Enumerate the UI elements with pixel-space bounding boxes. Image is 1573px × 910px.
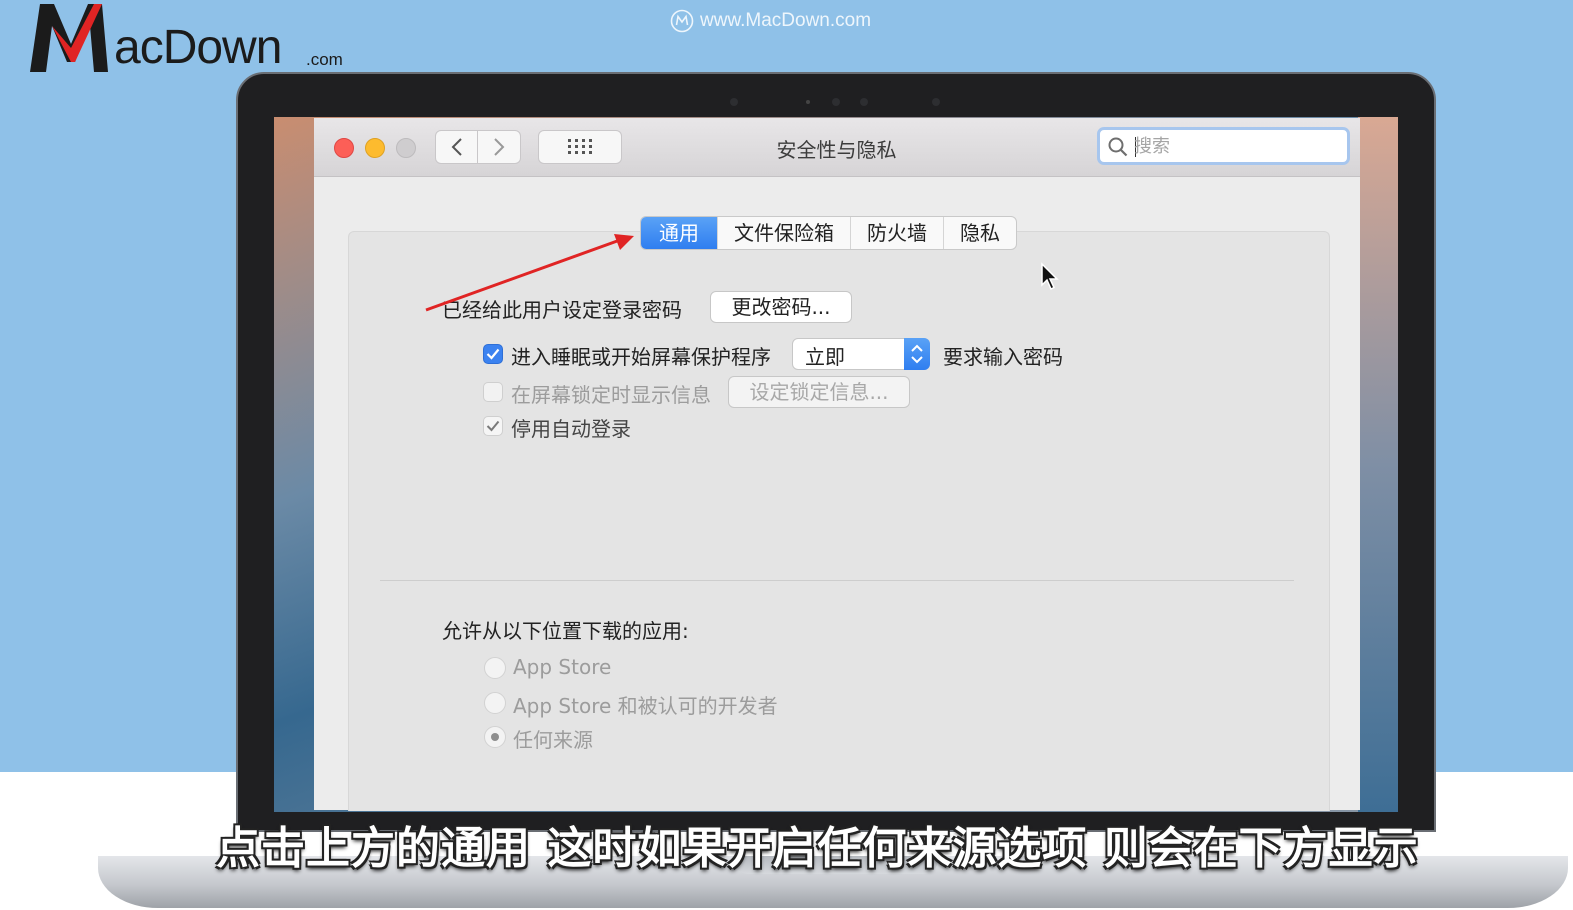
tab-filevault[interactable]: 文件保险箱 [717,217,850,249]
security-privacy-window: 安全性与隐私 通用 文件保险箱 防火墙 隐私 已经给此用户设定登录密码 更改密码… [314,118,1360,811]
close-button[interactable] [334,138,354,158]
checkmark-icon [486,420,500,432]
mouse-pointer-icon [1041,262,1059,291]
logo-m-icon [30,4,108,72]
search-field[interactable] [1097,127,1350,165]
radio-identified-developers-label: App Store 和被认可的开发者 [513,694,778,718]
grid-icon [568,139,592,154]
require-password-label: 进入睡眠或开始屏幕保护程序 [511,345,771,369]
logo-text: acDown [114,21,282,74]
radio-app-store[interactable] [484,657,506,679]
section-divider [380,580,1294,581]
back-button[interactable] [435,130,478,164]
zoom-button[interactable] [396,138,416,158]
radio-anywhere[interactable] [484,726,506,748]
require-password-suffix: 要求输入密码 [943,345,1063,369]
chevron-right-icon [494,138,505,156]
title-bar: 安全性与隐私 [314,118,1360,177]
watermark: www.MacDown.com [670,8,871,34]
macdown-logo: acDown .com [28,0,358,80]
tab-bar: 通用 文件保险箱 防火墙 隐私 [640,216,1017,250]
disable-autologin-checkbox[interactable] [483,416,503,436]
tab-general[interactable]: 通用 [641,217,717,249]
minimize-button[interactable] [365,138,385,158]
camera [700,96,960,108]
change-password-button[interactable]: 更改密码... [710,291,852,323]
chevron-left-icon [451,138,462,156]
download-source-heading: 允许从以下位置下载的应用: [442,619,689,643]
select-stepper[interactable] [904,338,930,370]
annotation-arrow-icon [425,234,634,312]
tab-firewall[interactable]: 防火墙 [850,217,943,249]
video-caption: 点击上方的通用 这时如果开启任何来源选项 则会在下方显示 [216,823,1419,874]
disable-autologin-label: 停用自动登录 [511,417,631,441]
search-icon [1108,137,1128,157]
forward-button[interactable] [478,130,521,164]
search-input[interactable] [1134,133,1334,159]
show-all-button[interactable] [538,130,622,164]
set-lock-message-button[interactable]: 设定锁定信息... [728,376,910,408]
radio-anywhere-label: 任何来源 [513,728,593,752]
chevron-updown-icon [911,344,923,364]
lock-message-label: 在屏幕锁定时显示信息 [511,383,711,407]
logo-suffix: .com [306,50,343,69]
lock-message-checkbox[interactable] [483,382,503,402]
radio-identified-developers[interactable] [484,692,506,714]
tab-privacy[interactable]: 隐私 [943,217,1016,249]
select-value: 立即 [805,345,845,369]
window-title: 安全性与隐私 [776,138,897,162]
macdown-m-icon [670,9,694,33]
watermark-text: www.MacDown.com [700,10,872,31]
radio-app-store-label: App Store [513,655,612,679]
require-password-delay-select[interactable]: 立即 [792,338,930,370]
checkmark-icon [486,348,500,360]
require-password-checkbox[interactable] [483,344,503,364]
